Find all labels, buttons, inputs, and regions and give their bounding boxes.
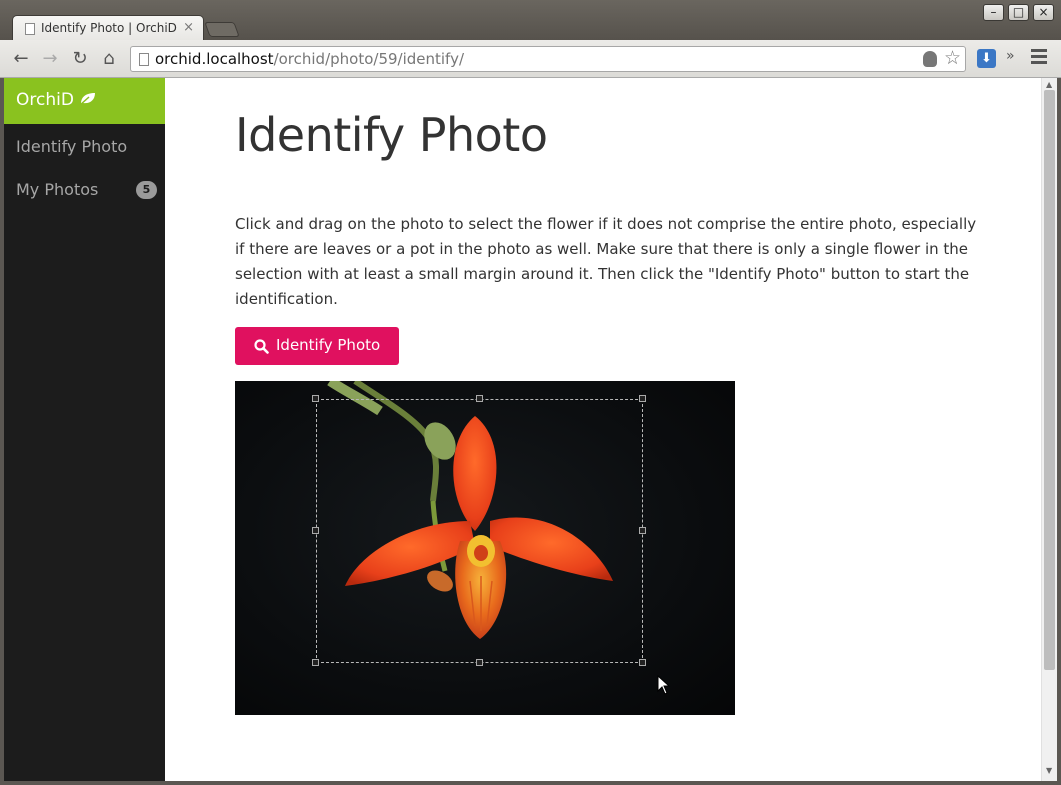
browser-toolbar: ← → ↻ ⌂ orchid.localhost/orchid/photo/59… (0, 40, 1061, 78)
page-viewport: OrchiD Identify Photo My Photos 5 Identi… (4, 78, 1057, 781)
sidebar: OrchiD Identify Photo My Photos 5 (4, 78, 165, 781)
identify-photo-button-label: Identify Photo (276, 336, 381, 354)
new-tab-button[interactable] (204, 22, 240, 37)
photo-count-badge: 5 (136, 181, 157, 199)
crop-handle-ne[interactable] (639, 395, 646, 402)
scroll-down-icon[interactable]: ▼ (1046, 766, 1052, 775)
bookmark-star-icon[interactable]: ☆ (944, 47, 961, 69)
browser-tab[interactable]: Identify Photo | OrchiD × (12, 15, 204, 42)
overflow-chevron-icon[interactable]: » (1006, 48, 1015, 64)
document-icon (25, 23, 35, 35)
crop-handle-s[interactable] (476, 659, 483, 666)
crop-selection[interactable] (316, 399, 643, 663)
brand-link[interactable]: OrchiD (4, 78, 165, 124)
mouse-cursor-icon (657, 675, 671, 695)
crop-handle-nw[interactable] (312, 395, 319, 402)
forward-arrow-icon[interactable]: → (37, 47, 63, 71)
crop-handle-w[interactable] (312, 527, 319, 534)
page-scrollbar[interactable]: ▲ ▼ (1041, 78, 1057, 781)
identify-photo-button[interactable]: Identify Photo (235, 327, 399, 365)
download-extension-icon[interactable]: ⬇ (977, 49, 996, 68)
search-icon (254, 339, 269, 354)
reload-icon[interactable]: ↻ (67, 47, 93, 71)
url-host: orchid.localhost (155, 50, 274, 68)
lightbulb-icon[interactable] (923, 51, 937, 67)
back-arrow-icon[interactable]: ← (8, 47, 34, 71)
leaf-icon (79, 93, 95, 105)
minimize-button[interactable]: – (983, 4, 1004, 21)
main-content: Identify Photo Click and drag on the pho… (165, 78, 1041, 781)
browser-window: Identify Photo | OrchiD × – □ × ← → ↻ ⌂ … (0, 0, 1061, 785)
home-icon[interactable]: ⌂ (96, 47, 122, 71)
crop-handle-se[interactable] (639, 659, 646, 666)
url-text[interactable]: orchid.localhost/orchid/photo/59/identif… (155, 50, 464, 68)
sidebar-item-my-photos[interactable]: My Photos (16, 180, 98, 199)
address-bar[interactable]: orchid.localhost/orchid/photo/59/identif… (130, 46, 966, 72)
tab-close-icon[interactable]: × (183, 20, 194, 35)
menu-icon[interactable] (1031, 49, 1047, 68)
url-path: /orchid/photo/59/identify/ (273, 50, 465, 68)
scroll-up-icon[interactable]: ▲ (1046, 80, 1052, 89)
tab-title: Identify Photo | OrchiD (41, 21, 177, 35)
crop-handle-n[interactable] (476, 395, 483, 402)
maximize-button[interactable]: □ (1008, 4, 1029, 21)
instructions-text: Click and drag on the photo to select th… (235, 215, 977, 308)
orchid-photo[interactable] (235, 381, 735, 715)
close-window-button[interactable]: × (1033, 4, 1054, 21)
crop-handle-e[interactable] (639, 527, 646, 534)
sidebar-item-identify-photo[interactable]: Identify Photo (16, 137, 127, 156)
scrollbar-thumb[interactable] (1044, 90, 1055, 670)
page-title: Identify Photo (235, 108, 548, 162)
brand-name: OrchiD (16, 90, 74, 110)
crop-handle-sw[interactable] (312, 659, 319, 666)
page-icon (139, 53, 149, 66)
browser-titlebar: Identify Photo | OrchiD × – □ × (0, 0, 1061, 42)
